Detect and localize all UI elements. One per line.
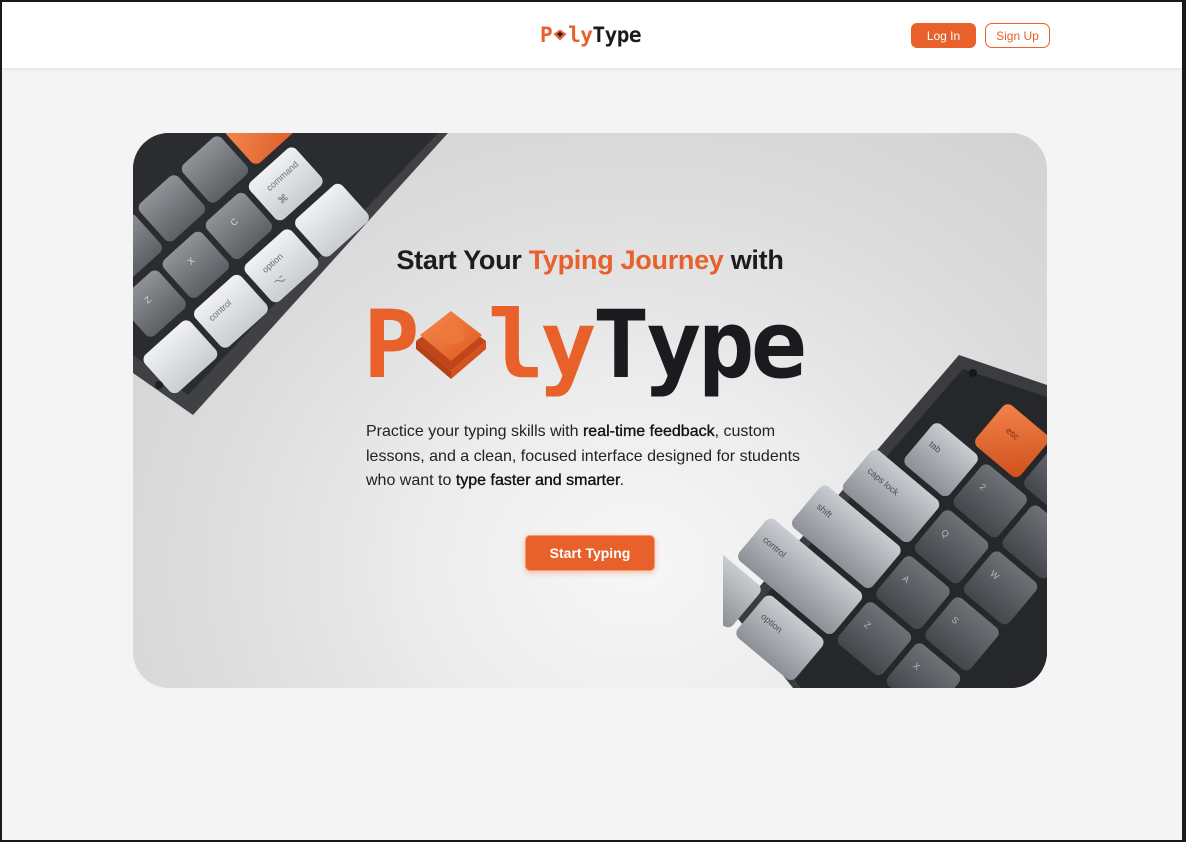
headline-end: with: [723, 245, 784, 275]
top-navbar: P ly Type Log In Sign Up: [2, 2, 1182, 68]
polytype-logo[interactable]: P ly Type: [540, 21, 642, 49]
orange-keycap-icon: [415, 311, 486, 379]
hero-headline: Start Your Typing Journey with: [133, 245, 1047, 276]
keycap-logo-icon: [553, 29, 567, 41]
hero-polytype-logo: P ly Type: [363, 283, 807, 400]
headline-start: Start Your: [396, 245, 529, 275]
login-button[interactable]: Log In: [911, 23, 976, 48]
hero-logo-letters-ly: ly: [487, 291, 597, 400]
start-typing-button[interactable]: Start Typing: [525, 535, 655, 571]
hero-description: Practice your typing skills with real-ti…: [366, 423, 801, 489]
hero-card: A Z X C command ⌘ option ⌥ control: [133, 133, 1047, 688]
logo-letter-p: P: [540, 23, 553, 47]
hero-logo-letter-p: P: [363, 291, 420, 400]
hero-logo-word-type: Type: [592, 291, 807, 400]
signup-button[interactable]: Sign Up: [985, 23, 1050, 48]
logo-word-type: Type: [592, 23, 642, 47]
browser-viewport: P ly Type Log In Sign Up Z X C command ⌘…: [2, 2, 1182, 840]
headline-accent: Typing Journey: [528, 245, 724, 275]
logo-letters-ly: ly: [568, 23, 593, 47]
